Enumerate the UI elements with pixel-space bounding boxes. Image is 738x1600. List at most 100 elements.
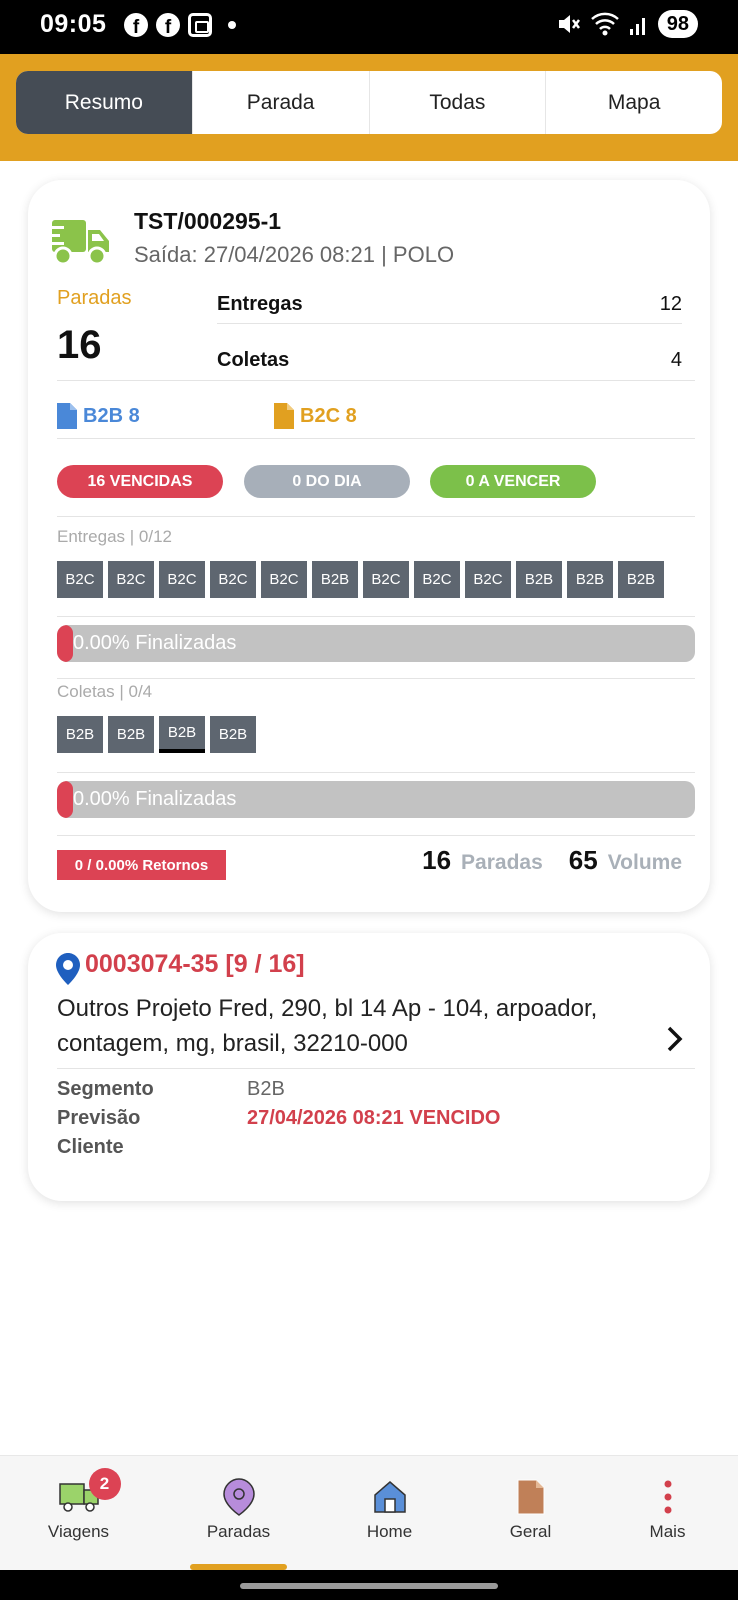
b2c-summary: B2C 8 — [274, 403, 357, 429]
vencidas-badge[interactable]: 16 VENCIDAS — [57, 465, 223, 498]
progress-fill — [57, 625, 73, 662]
document-icon — [517, 1479, 544, 1515]
delivery-chip[interactable]: B2B — [516, 561, 562, 598]
home-gesture-handle[interactable] — [240, 1583, 498, 1589]
b2b-count: B2B 8 — [83, 404, 140, 427]
nav-mais[interactable]: Mais — [594, 1456, 738, 1556]
more-vertical-icon — [664, 1480, 671, 1514]
b2b-summary: B2B 8 — [57, 403, 140, 429]
b2b-document-icon — [57, 403, 77, 429]
screenshot-icon — [188, 13, 212, 37]
mute-icon — [558, 15, 580, 33]
nav-label: Home — [366, 1522, 413, 1541]
nav-home[interactable]: Home — [316, 1456, 463, 1556]
entregas-progress-bar: 0.00% Finalizadas — [57, 625, 695, 662]
pickup-chip[interactable]: B2B — [210, 716, 256, 753]
nav-icon-wrap — [372, 1476, 408, 1518]
coletas-chips: B2B B2B B2B B2B — [57, 716, 256, 753]
more-notifications-icon — [228, 21, 236, 29]
delivery-chip[interactable]: B2C — [210, 561, 256, 598]
progress-fill — [57, 781, 73, 818]
truck-icon — [48, 220, 109, 266]
chevron-right-icon[interactable] — [666, 1025, 684, 1053]
battery-indicator: 98 — [657, 10, 698, 38]
trip-departure: Saída: 27/04/2026 08:21 | POLO — [134, 242, 455, 267]
coletas-row: Coletas 4 — [217, 349, 682, 372]
notification-badge: 2 — [88, 1468, 121, 1500]
delivery-chip[interactable]: B2C — [108, 561, 154, 598]
bottom-navigation: 2 Viagens Paradas Home Geral Mais — [0, 1455, 738, 1570]
delivery-chip[interactable]: B2B — [312, 561, 358, 598]
coletas-count: 4 — [670, 349, 682, 371]
tab-parada[interactable]: Parada — [191, 71, 369, 134]
divider — [57, 678, 695, 679]
nav-paradas[interactable]: Paradas — [165, 1456, 312, 1556]
progress-text: 0.00% Finalizadas — [73, 632, 237, 654]
nav-icon-wrap: 2 — [58, 1468, 121, 1518]
previsao-label: Previsão — [57, 1107, 141, 1129]
cliente-label: Cliente — [57, 1136, 124, 1158]
divider — [57, 1068, 695, 1069]
total-paradas-number: 16 — [422, 845, 452, 875]
delivery-chip[interactable]: B2C — [465, 561, 511, 598]
notification-icons: f f — [124, 13, 236, 37]
delivery-chip[interactable]: B2C — [363, 561, 409, 598]
trip-code: TST/000295-1 — [134, 208, 282, 234]
nav-icon-wrap — [222, 1476, 256, 1518]
delivery-chip[interactable]: B2C — [159, 561, 205, 598]
map-pin-icon — [222, 1478, 255, 1516]
pickup-chip[interactable]: B2B — [108, 716, 154, 753]
divider — [57, 772, 695, 773]
do-dia-badge[interactable]: 0 DO DIA — [244, 465, 410, 498]
delivery-chip[interactable]: B2C — [57, 561, 103, 598]
tab-todas[interactable]: Todas — [368, 71, 546, 134]
nav-icon-wrap — [663, 1476, 673, 1518]
delivery-chip[interactable]: B2B — [618, 561, 664, 598]
b2c-document-icon — [274, 403, 294, 429]
nav-label: Viagens — [47, 1522, 110, 1541]
pickup-chip-selected[interactable]: B2B — [159, 716, 205, 753]
total-paradas-unit: Paradas — [461, 851, 543, 874]
total-volume-number: 65 — [568, 845, 598, 875]
entregas-section-label: Entregas | 0/12 — [57, 527, 172, 546]
segmento-value: B2B — [247, 1078, 285, 1100]
system-icons: 98 — [556, 10, 698, 38]
delivery-chip[interactable]: B2B — [567, 561, 613, 598]
status-time: 09:05 — [40, 10, 107, 38]
coletas-section-label: Coletas | 0/4 — [57, 682, 153, 701]
nav-label: Geral — [509, 1522, 552, 1541]
divider — [217, 323, 682, 324]
stop-address: Outros Projeto Fred, 290, bl 14 Ap - 104… — [57, 995, 598, 1057]
divider — [57, 516, 695, 517]
tab-mapa[interactable]: Mapa — [545, 71, 722, 134]
facebook-icon: f — [124, 13, 148, 37]
delivery-chip[interactable]: B2C — [414, 561, 460, 598]
entregas-label: Entregas — [217, 293, 303, 315]
tab-resumo[interactable]: Resumo — [16, 71, 192, 134]
nav-geral[interactable]: Geral — [457, 1456, 604, 1556]
a-vencer-badge[interactable]: 0 A VENCER — [430, 465, 596, 498]
nav-viagens[interactable]: 2 Viagens — [5, 1456, 152, 1556]
trip-totals: 16 Paradas 65 Volume — [422, 845, 682, 876]
b2c-count: B2C 8 — [300, 404, 357, 427]
entregas-count: 12 — [659, 293, 682, 315]
nav-icon-wrap — [516, 1476, 546, 1518]
pickup-chip[interactable]: B2B — [57, 716, 103, 753]
previsao-value: 27/04/2026 08:21 VENCIDO — [247, 1107, 501, 1129]
coletas-label: Coletas — [217, 349, 290, 371]
retornos-badge: 0 / 0.00% Retornos — [57, 850, 226, 880]
divider — [57, 438, 695, 439]
tab-bar: Resumo Parada Todas Mapa — [16, 71, 722, 134]
coletas-progress-bar: 0.00% Finalizadas — [57, 781, 695, 818]
entregas-row: Entregas 12 — [217, 293, 682, 316]
nav-label: Mais — [649, 1522, 686, 1541]
delivery-chip[interactable]: B2C — [261, 561, 307, 598]
paradas-label: Paradas — [57, 287, 132, 309]
paradas-count: 16 — [57, 323, 102, 367]
stop-card[interactable]: 0003074-35 [9 / 16] Outros Projeto Fred,… — [28, 933, 710, 1201]
divider — [57, 616, 695, 617]
map-pin-icon — [56, 953, 80, 985]
app-header: Resumo Parada Todas Mapa — [0, 54, 738, 161]
status-bar: 09:05 f f 98 — [0, 0, 738, 54]
stop-title: 0003074-35 [9 / 16] — [85, 950, 305, 978]
